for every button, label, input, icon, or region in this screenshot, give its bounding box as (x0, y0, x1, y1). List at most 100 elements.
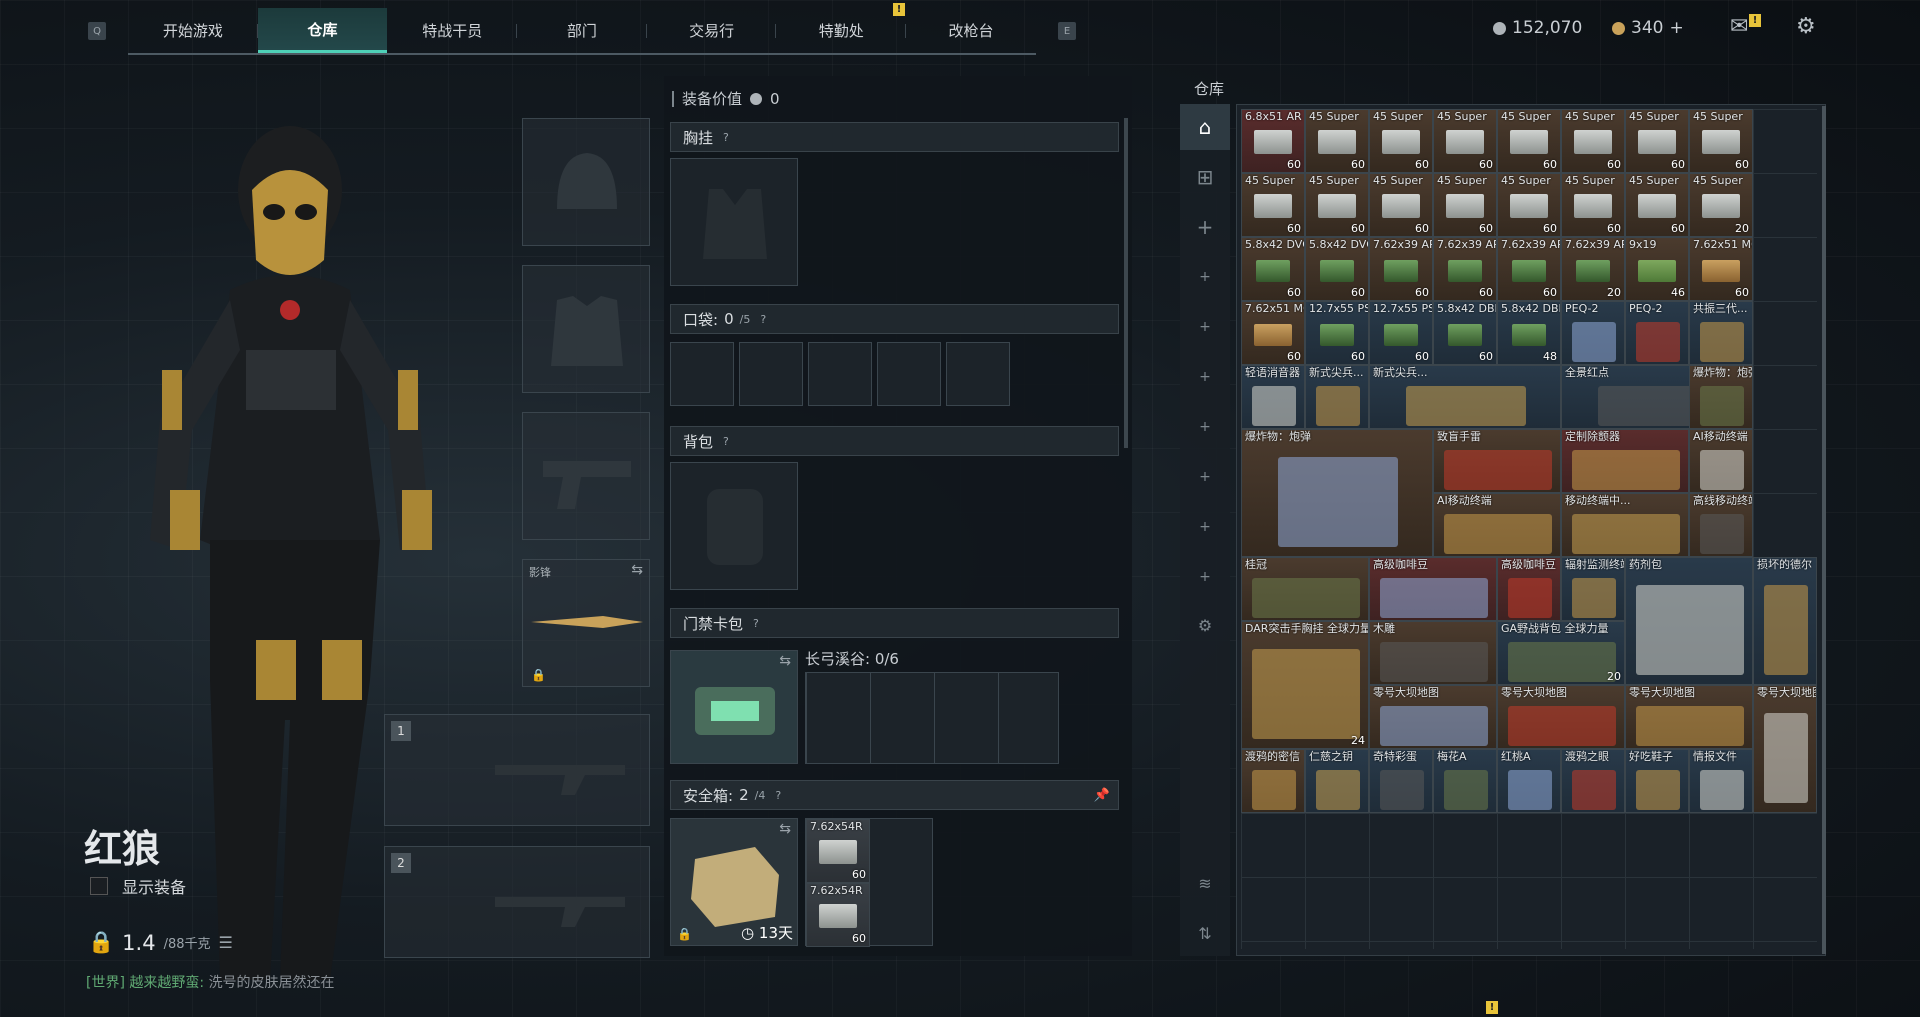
warehouse-item[interactable]: 9x19 46 (1625, 237, 1689, 301)
warehouse-item[interactable]: PEQ-2 (1561, 301, 1625, 365)
backpack-slot[interactable] (670, 462, 798, 590)
warehouse-item[interactable]: 45 Super 60 (1433, 109, 1497, 173)
warehouse-item[interactable]: 7.62x51 M62 60 (1689, 237, 1753, 301)
warehouse-item[interactable]: 45 Super 60 (1625, 109, 1689, 173)
warehouse-item[interactable]: AI移动终端 (1689, 429, 1753, 493)
warehouse-item[interactable]: 奇特彩蛋 (1369, 749, 1433, 813)
pocket-slot[interactable] (739, 342, 803, 406)
pistol-slot[interactable] (522, 412, 650, 540)
safe-box-slot[interactable]: ⇆ 🔒 ◷ 13天 (670, 818, 798, 946)
warehouse-item[interactable]: 7.62x39 AP SUB 60 (1497, 237, 1561, 301)
warehouse-item[interactable]: 45 Super 60 (1625, 173, 1689, 237)
warehouse-item[interactable]: 高级咖啡豆 (1497, 557, 1561, 621)
add-storage-icon[interactable]: ⊞ (1180, 154, 1230, 200)
show-equipment-toggle[interactable]: 显示装备 (90, 874, 186, 898)
warehouse-item[interactable]: 好吃鞋子 (1625, 749, 1689, 813)
warehouse-item[interactable]: 新式尖兵... (1369, 365, 1561, 429)
warehouse-item[interactable]: 损坏的德尔 (1753, 557, 1817, 685)
warehouse-item[interactable]: DAR突击手胸挂 全球力量 24 (1241, 621, 1369, 749)
helmet-slot[interactable] (522, 118, 650, 246)
safe-box-grid[interactable]: 7.62x54R 60 7.62x54R 60 (805, 818, 933, 947)
pocket-slot[interactable] (670, 342, 734, 406)
warehouse-item[interactable]: 定制除颤器 (1561, 429, 1689, 493)
warehouse-item[interactable]: PEQ-2 (1625, 301, 1689, 365)
warehouse-item[interactable]: 45 Super 60 (1497, 109, 1561, 173)
primary-weapon-slot-1[interactable]: 1 (384, 714, 650, 826)
warehouse-item[interactable]: AI移动终端 (1433, 493, 1561, 557)
safe-item[interactable]: 7.62x54R 60 (806, 883, 870, 947)
warehouse-item[interactable]: 7.62x39 AP SUB 60 (1433, 237, 1497, 301)
warehouse-item[interactable]: 零号大坝地图 (1625, 685, 1753, 749)
warehouse-item[interactable]: 零号大坝地图 (1369, 685, 1497, 749)
warehouse-item[interactable]: 5.8x42 DBP10 +P 48 (1497, 301, 1561, 365)
help-icon[interactable]: ? (753, 617, 759, 630)
warehouse-item[interactable]: 红桃A (1497, 749, 1561, 813)
warehouse-item[interactable]: 45 Super 60 (1561, 173, 1625, 237)
tab-department[interactable]: 部门 (517, 8, 647, 53)
warehouse-settings-icon[interactable]: ⚙ (1180, 602, 1230, 648)
warehouse-item[interactable]: 新式尖兵... (1305, 365, 1369, 429)
list-icon[interactable]: ☰ (219, 933, 233, 952)
warehouse-item[interactable]: 45 Super 20 (1689, 173, 1753, 237)
warehouse-item[interactable]: 45 Super 60 (1369, 173, 1433, 237)
swap-icon[interactable]: ⇆ (779, 653, 791, 669)
warehouse-scrollbar[interactable] (1822, 106, 1826, 954)
pocket-slot[interactable] (808, 342, 872, 406)
warehouse-item[interactable]: 45 Super 60 (1305, 173, 1369, 237)
warehouse-item[interactable]: GA野战背包 全球力量 20 (1497, 621, 1625, 685)
warehouse-item[interactable]: 药剂包 (1625, 557, 1753, 685)
warehouse-item[interactable]: 12.7x55 PS12A 60 (1369, 301, 1433, 365)
settings-gear-icon[interactable]: ⚙ (1796, 14, 1816, 39)
warehouse-item[interactable]: 7.62x39 AP SUB 20 (1561, 237, 1625, 301)
tab-special-ops[interactable]: 特勤处 (776, 8, 907, 53)
warehouse-item[interactable]: 5.8x42 DVC12 +P 60 (1305, 237, 1369, 301)
tab-start-game[interactable]: 开始游戏 (128, 8, 258, 53)
warehouse-item[interactable]: 木雕 (1369, 621, 1497, 685)
warehouse-item[interactable]: 6.8x51 AR 60 (1241, 109, 1305, 173)
warehouse-home-icon[interactable]: ⌂ (1180, 104, 1230, 150)
keycard-grid[interactable] (805, 672, 1059, 764)
pin-icon[interactable]: 📌 (1094, 788, 1110, 803)
loadout-scrollbar[interactable] (1124, 118, 1128, 448)
warehouse-item[interactable]: 渡鸦之眼 (1561, 749, 1625, 813)
add-tab-icon[interactable]: + (1180, 354, 1230, 400)
warehouse-item[interactable]: 移动终端中... (1561, 493, 1689, 557)
safe-item[interactable]: 7.62x54R 60 (806, 819, 870, 883)
tab-trade[interactable]: 交易行 (647, 8, 777, 53)
swap-icon[interactable]: ⇆ (631, 562, 643, 578)
warehouse-item[interactable]: 桂冠 (1241, 557, 1369, 621)
warehouse-item[interactable]: 45 Super 60 (1433, 173, 1497, 237)
layers-icon[interactable]: ≋ (1180, 860, 1230, 906)
help-icon[interactable]: ? (760, 313, 766, 326)
chest-rig-slot[interactable] (670, 158, 798, 286)
warehouse-item[interactable]: 轻语消音器 (1241, 365, 1305, 429)
warehouse-item[interactable]: 45 Super 60 (1561, 109, 1625, 173)
warehouse-item[interactable]: 爆炸物：炮弹 (1241, 429, 1433, 557)
warehouse-item[interactable]: 5.8x42 DVC12 +P 60 (1241, 237, 1305, 301)
warehouse-item[interactable]: 爆炸物：炮弹 (1689, 365, 1753, 429)
warehouse-item[interactable]: 高线移动终端 (1689, 493, 1753, 557)
warehouse-item[interactable]: 辐射监测终端 (1561, 557, 1625, 621)
warehouse-item[interactable]: 仁慈之钥 (1305, 749, 1369, 813)
show-equipment-checkbox[interactable] (90, 877, 108, 895)
primary-weapon-slot-2[interactable]: 2 (384, 846, 650, 958)
warehouse-item[interactable]: 梅花A (1433, 749, 1497, 813)
warehouse-item[interactable]: 7.62x51 M62 60 (1241, 301, 1305, 365)
add-tab-icon[interactable]: + (1180, 504, 1230, 550)
add-tab-icon[interactable]: + (1180, 204, 1230, 250)
pocket-slot[interactable] (877, 342, 941, 406)
warehouse-item[interactable]: 45 Super 60 (1689, 109, 1753, 173)
warehouse-item[interactable]: 渡鸦的密信 (1241, 749, 1305, 813)
tab-gunsmith[interactable]: 改枪台 (906, 8, 1036, 53)
warehouse-item[interactable]: 共振三代... (1689, 301, 1753, 365)
warehouse-item[interactable]: 7.62x39 AP SUB 60 (1369, 237, 1433, 301)
swap-icon[interactable]: ⇆ (779, 821, 791, 837)
warehouse-item[interactable]: 情报文件 (1689, 749, 1753, 813)
add-tab-icon[interactable]: + (1180, 454, 1230, 500)
warehouse-item[interactable]: 45 Super 60 (1369, 109, 1433, 173)
add-tab-icon[interactable]: + (1180, 304, 1230, 350)
sort-icon[interactable]: ⇅ (1180, 910, 1230, 956)
pocket-slot[interactable] (946, 342, 1010, 406)
mail-icon[interactable]: ✉ (1730, 14, 1748, 39)
warehouse-item[interactable]: 零号大坝地图 (1497, 685, 1625, 749)
